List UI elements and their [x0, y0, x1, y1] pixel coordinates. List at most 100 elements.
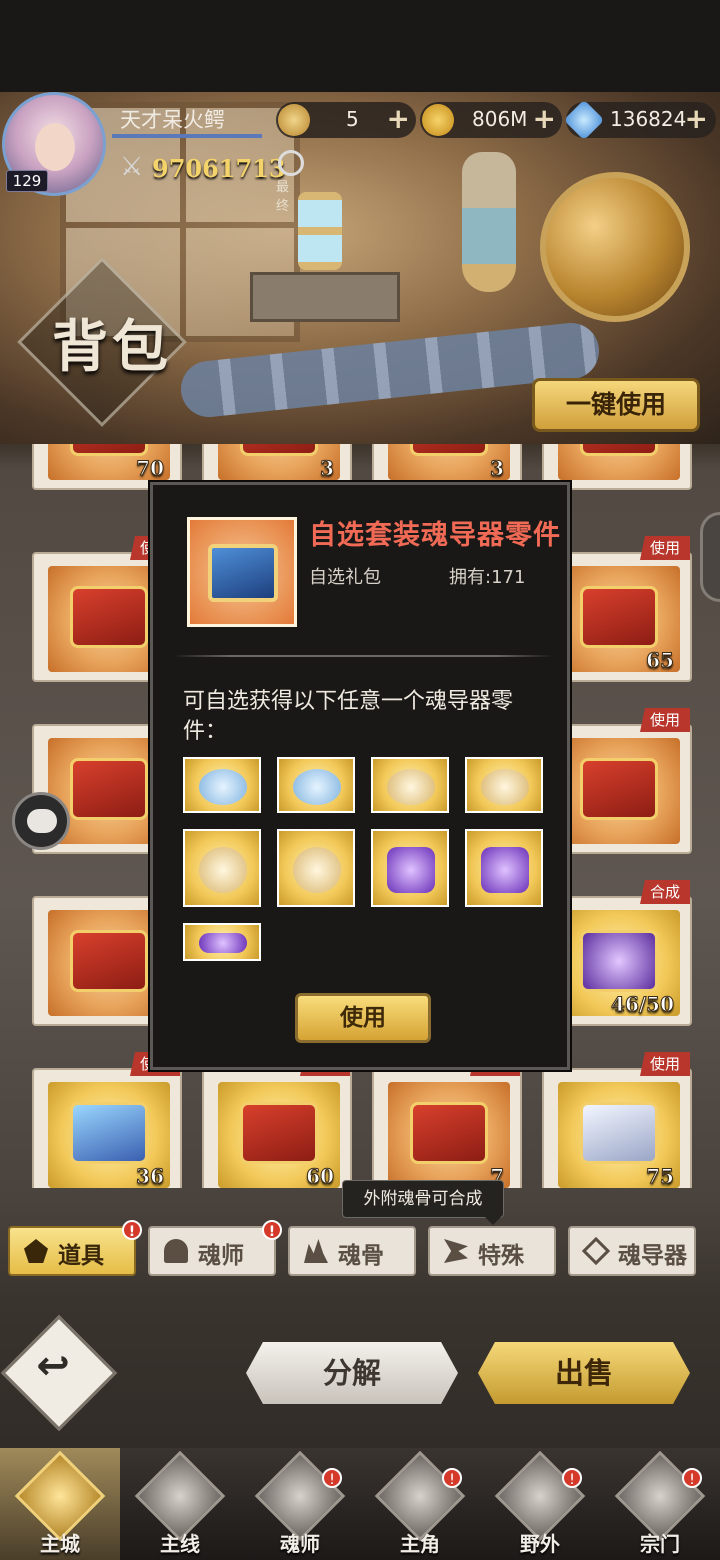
- hourglass-decoration: [298, 192, 342, 270]
- item-bag-icon: [24, 1239, 48, 1263]
- player-name: 天才呆火鳄: [120, 108, 225, 132]
- use-tag: 使用: [640, 536, 690, 560]
- item-count: 75: [646, 1164, 675, 1189]
- item-count: 70: [136, 456, 165, 481]
- option-part[interactable]: [465, 757, 543, 813]
- tab-label: 魂师: [198, 1243, 244, 1269]
- tab-soul-device[interactable]: 魂导器: [568, 1226, 696, 1276]
- divider: [173, 655, 553, 657]
- item-count: 3: [490, 456, 505, 481]
- option-part[interactable]: [183, 757, 261, 813]
- wing-icon: [444, 1239, 468, 1263]
- nav-soul-master[interactable]: 魂师 !: [240, 1448, 360, 1560]
- alert-badge: !: [262, 1220, 282, 1240]
- power-value: 97061713: [152, 154, 286, 183]
- inventory-slot[interactable]: 使用36: [32, 1052, 182, 1189]
- item-description: 可自选获得以下任意一个魂导器零件：: [183, 689, 514, 744]
- globe-decoration: [540, 172, 690, 322]
- nav-main-quest[interactable]: 主线: [120, 1448, 240, 1560]
- tab-label: 特殊: [478, 1243, 524, 1269]
- add-gold-button[interactable]: +: [533, 102, 556, 135]
- nav-sect[interactable]: 宗门 !: [600, 1448, 720, 1560]
- inventory-slot[interactable]: 使用7: [372, 1052, 522, 1188]
- back-button[interactable]: ↩: [1, 1315, 117, 1431]
- tab-label: 魂骨: [338, 1243, 384, 1269]
- currency-diamond: 136824 +: [563, 99, 716, 141]
- nav-protagonist[interactable]: 主角 !: [360, 1448, 480, 1560]
- nav-label: 宗门: [640, 1532, 680, 1556]
- tab-items[interactable]: 道具 !: [8, 1220, 142, 1276]
- books-decoration: [250, 272, 400, 322]
- item-title: 自选套装魂导器零件: [309, 520, 561, 551]
- currency-value: 136824: [610, 107, 687, 131]
- add-diamond-button[interactable]: +: [685, 102, 708, 135]
- nav-label: 野外: [520, 1532, 560, 1556]
- alert-badge: !: [122, 1220, 142, 1240]
- currency-gold: 806M +: [420, 102, 562, 138]
- nav-label: 主城: [40, 1532, 80, 1556]
- option-part[interactable]: [277, 829, 355, 907]
- tab-label: 魂导器: [618, 1243, 687, 1269]
- option-part[interactable]: [371, 757, 449, 813]
- use-tag: 使用: [640, 708, 690, 732]
- exp-bar: [112, 134, 262, 138]
- item-detail-popup: 自选套装魂导器零件 自选礼包 拥有:171 可自选获得以下任意一个魂导器零件： …: [150, 482, 570, 1070]
- vase-decoration: [462, 152, 516, 292]
- nav-wild[interactable]: 野外 !: [480, 1448, 600, 1560]
- soul-master-icon: [164, 1239, 188, 1263]
- search-icon[interactable]: [278, 150, 304, 176]
- nav-label: 魂师: [280, 1532, 320, 1556]
- use-button[interactable]: 使用: [295, 993, 431, 1043]
- chat-button[interactable]: [12, 792, 70, 850]
- item-icon: [187, 517, 297, 627]
- option-part[interactable]: [277, 757, 355, 813]
- power-tag: 最终: [276, 180, 290, 214]
- decompose-button[interactable]: 分解: [246, 1342, 458, 1404]
- player-level: 129: [6, 170, 48, 192]
- inventory-slot[interactable]: 使用60: [202, 1052, 352, 1189]
- soul-device-icon: [581, 1236, 611, 1266]
- item-count: 36: [136, 1164, 165, 1189]
- alert-badge: !: [322, 1468, 342, 1488]
- option-part[interactable]: [465, 829, 543, 907]
- treasure-chest-icon: [208, 544, 278, 602]
- alert-badge: !: [562, 1468, 582, 1488]
- option-list: [183, 757, 553, 967]
- sell-button[interactable]: 出售: [478, 1342, 690, 1404]
- option-part[interactable]: [183, 923, 261, 961]
- tab-label: 道具: [58, 1243, 104, 1269]
- bottom-nav: 主城 主线 魂师 ! 主角 ! 野外 ! 宗门 !: [0, 1448, 720, 1560]
- currency-value: 5: [346, 107, 359, 131]
- gold-coin-icon: [422, 104, 454, 136]
- side-panel-tab[interactable]: [700, 512, 720, 602]
- nav-main-city[interactable]: 主城: [0, 1448, 120, 1560]
- one-key-use-button[interactable]: 一键使用: [532, 378, 700, 432]
- compose-tag: 合成: [640, 880, 690, 904]
- status-strip: [0, 0, 720, 92]
- chat-bubble-icon: [27, 809, 57, 833]
- option-part[interactable]: [183, 829, 261, 907]
- tab-special[interactable]: 特殊: [428, 1226, 556, 1276]
- nav-label: 主角: [400, 1532, 440, 1556]
- alert-badge: !: [682, 1468, 702, 1488]
- tab-soul-bone[interactable]: 魂骨: [288, 1226, 416, 1276]
- alert-badge: !: [442, 1468, 462, 1488]
- tab-soul-master[interactable]: 魂师 !: [148, 1220, 282, 1276]
- compose-tooltip: 外附魂骨可合成: [342, 1180, 504, 1225]
- add-token-button[interactable]: +: [387, 102, 410, 135]
- currency-token: 5 +: [276, 102, 416, 138]
- item-count: 60: [306, 1164, 335, 1189]
- item-count: 46/50: [611, 992, 675, 1017]
- game-screen: 背包 一键使用 129 天才呆火鳄 ⚔ 97061713 最终 5 + 806M…: [0, 0, 720, 1560]
- nav-label: 主线: [160, 1532, 200, 1556]
- page-title-text: 背包: [52, 314, 172, 380]
- item-count: 3: [320, 456, 335, 481]
- option-part[interactable]: [371, 829, 449, 907]
- item-count: 65: [646, 648, 675, 673]
- currency-value: 806M: [472, 107, 528, 131]
- soul-bone-icon: [304, 1239, 328, 1263]
- item-owned-count: 拥有:171: [449, 567, 526, 588]
- inventory-slot[interactable]: 使用 75: [542, 1052, 692, 1189]
- back-arrow-icon: ↩: [36, 1342, 70, 1389]
- item-type: 自选礼包: [309, 567, 381, 588]
